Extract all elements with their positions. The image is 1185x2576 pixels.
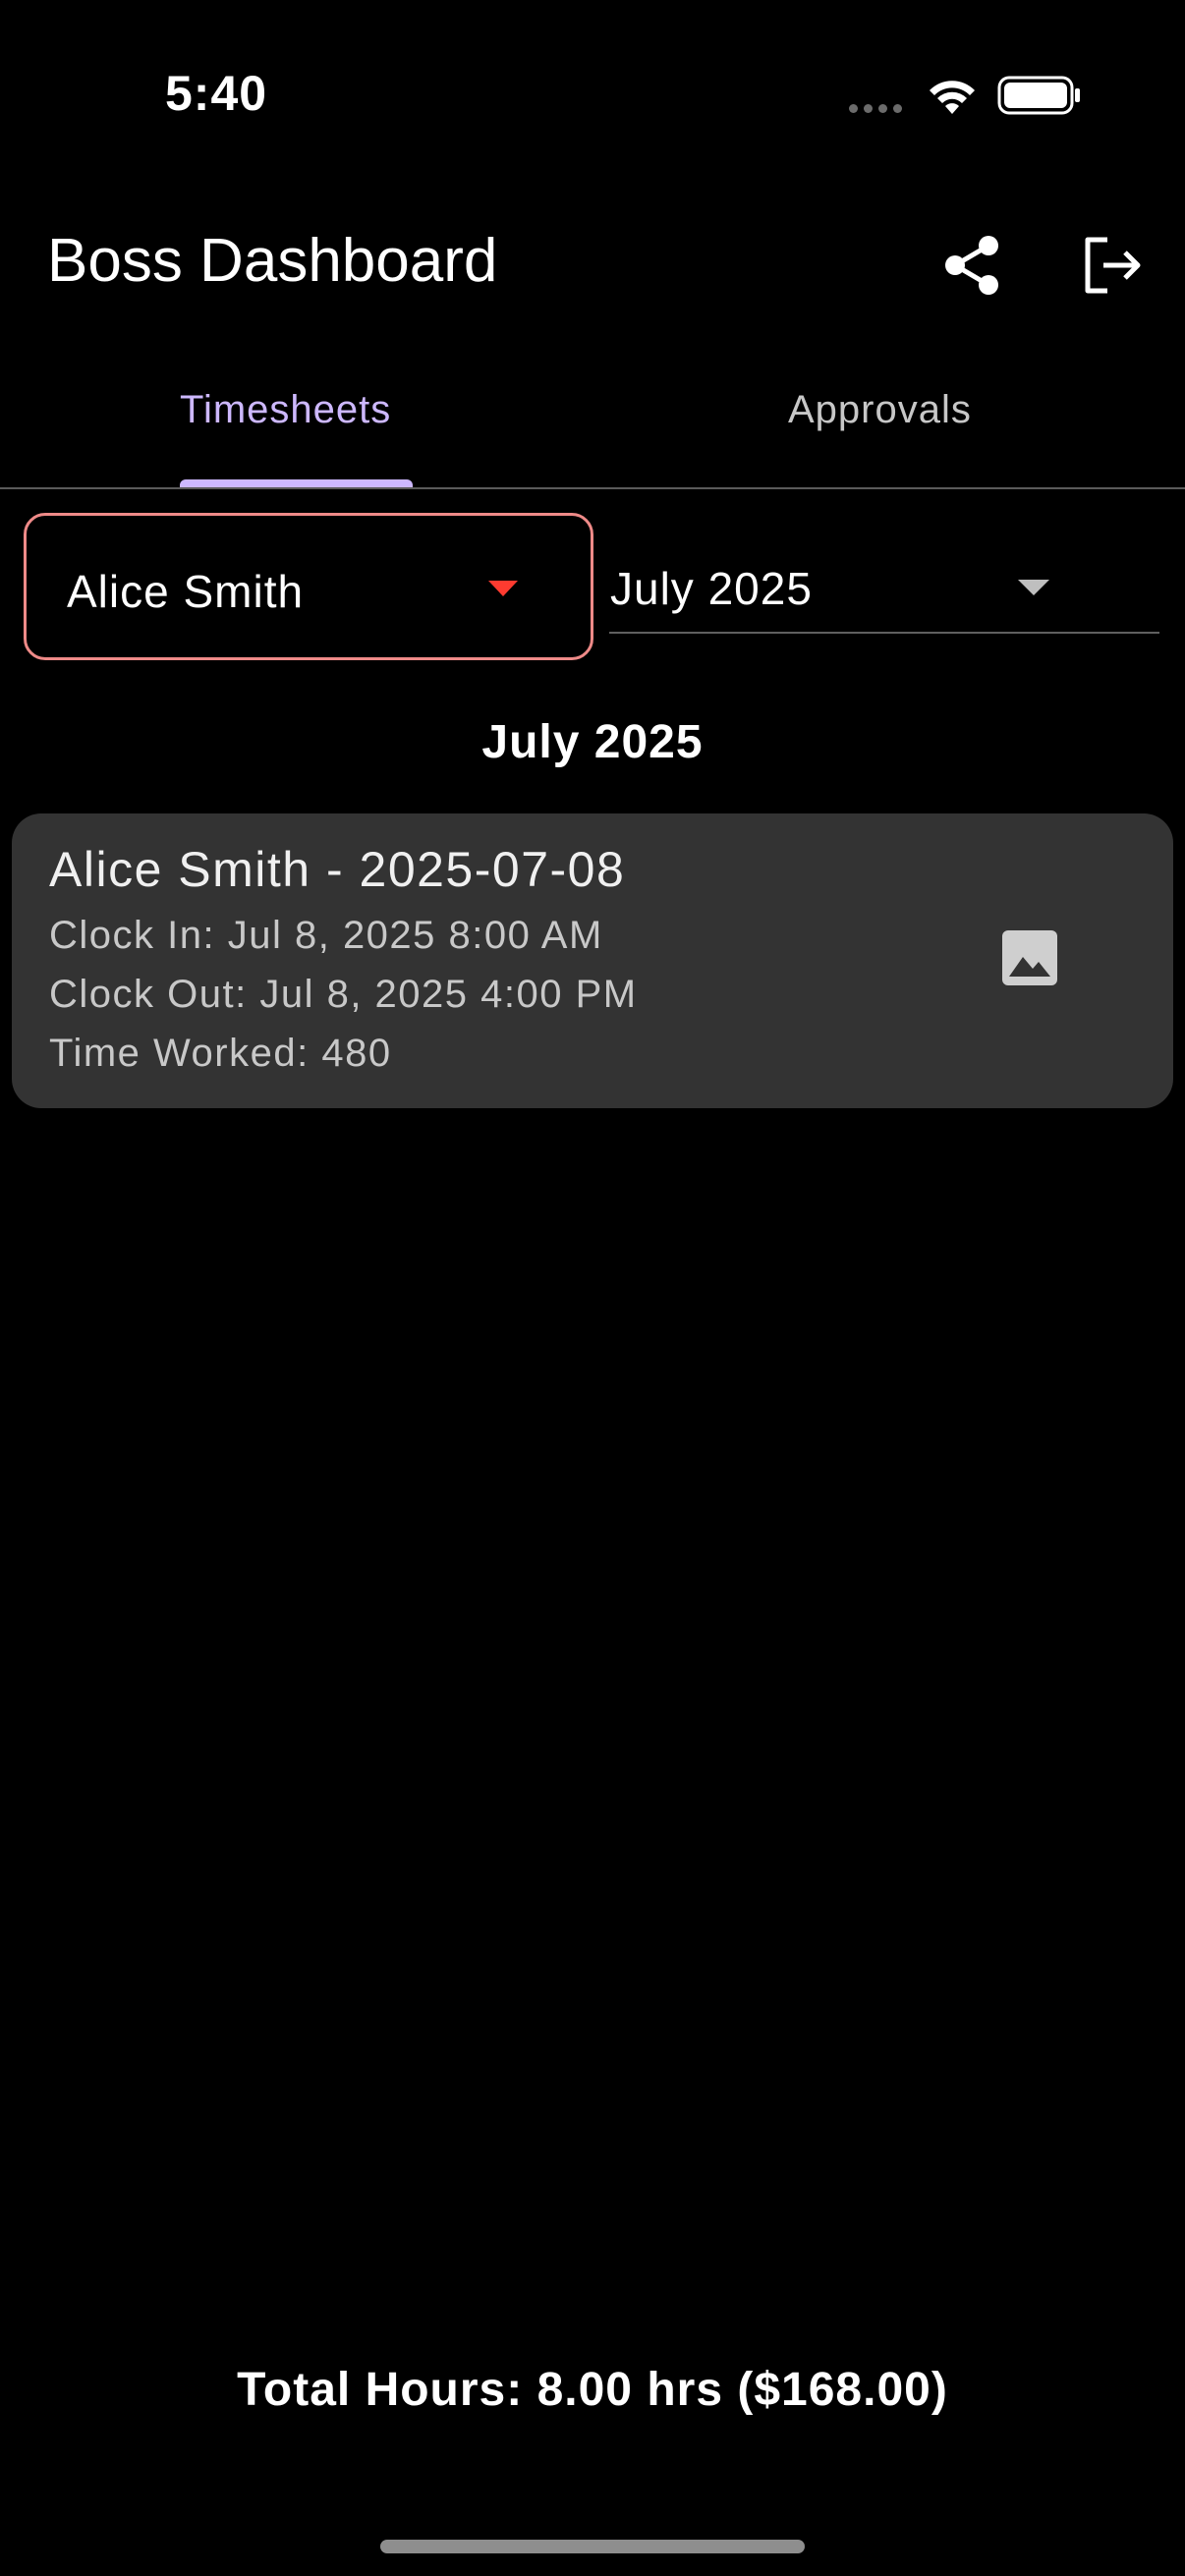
page-title: Boss Dashboard bbox=[47, 227, 498, 295]
logout-icon bbox=[1085, 237, 1141, 294]
logout-button[interactable] bbox=[1073, 226, 1152, 305]
timesheet-card-title: Alice Smith - 2025-07-08 bbox=[49, 842, 626, 897]
time-worked-text: Time Worked: 480 bbox=[49, 1032, 392, 1075]
wifi-icon bbox=[930, 81, 975, 114]
month-dropdown[interactable]: July 2025 bbox=[610, 562, 813, 615]
home-indicator[interactable] bbox=[380, 2540, 805, 2553]
clock-in-text: Clock In: Jul 8, 2025 8:00 AM bbox=[49, 914, 603, 957]
tab-divider bbox=[0, 487, 1185, 489]
share-button[interactable] bbox=[933, 226, 1012, 305]
clock-out-text: Clock Out: Jul 8, 2025 4:00 PM bbox=[49, 973, 638, 1016]
caret-down-icon[interactable] bbox=[1018, 580, 1049, 595]
total-hours: Total Hours: 8.00 hrs ($168.00) bbox=[237, 2364, 948, 2416]
battery-icon bbox=[997, 76, 1080, 115]
month-dropdown-underline bbox=[609, 632, 1159, 634]
employee-dropdown[interactable]: Alice Smith bbox=[24, 513, 593, 660]
cellular-dots-icon bbox=[849, 104, 902, 113]
tab-timesheets[interactable]: Timesheets bbox=[180, 388, 391, 432]
employee-dropdown-value: Alice Smith bbox=[67, 566, 305, 617]
status-time: 5:40 bbox=[165, 66, 268, 121]
share-icon bbox=[945, 236, 998, 295]
image-icon bbox=[1002, 930, 1057, 985]
caret-down-icon bbox=[488, 581, 518, 596]
view-photo-button[interactable] bbox=[995, 924, 1064, 992]
tab-approvals[interactable]: Approvals bbox=[788, 388, 972, 432]
month-heading: July 2025 bbox=[481, 716, 704, 768]
